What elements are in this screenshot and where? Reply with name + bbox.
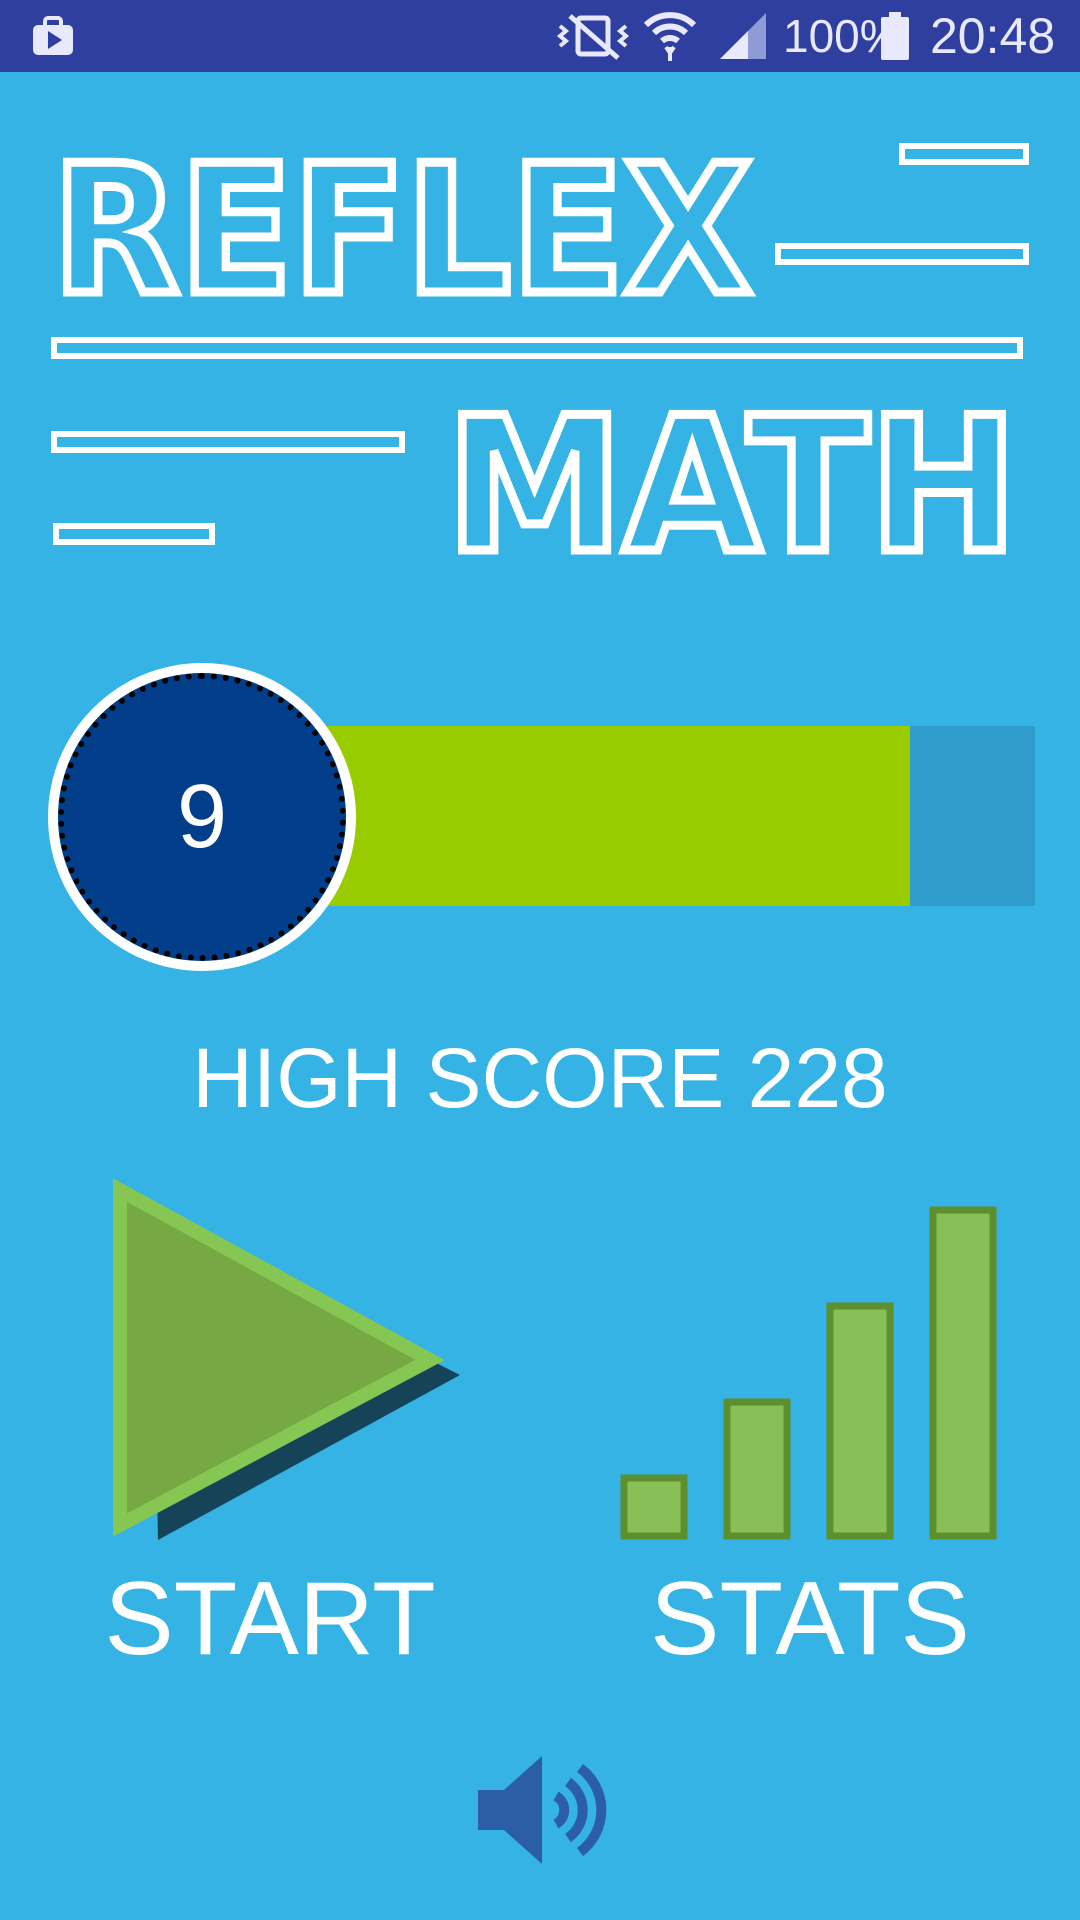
logo-graphic: REFLEX MATH	[48, 123, 1029, 592]
app-logo: REFLEX MATH	[0, 72, 1080, 592]
stats-label[interactable]: STATS	[630, 1560, 990, 1679]
speaker-on-icon[interactable]	[470, 1750, 610, 1870]
clock: 20:48	[930, 8, 1056, 64]
vibrate-off-icon	[556, 0, 630, 72]
wifi-icon	[644, 0, 696, 72]
status-bar: 100% 20:48	[0, 0, 1080, 72]
play-icon	[113, 1178, 460, 1540]
battery-icon	[880, 0, 910, 72]
work-briefcase-icon	[30, 0, 76, 72]
stats-button[interactable]	[615, 1200, 1010, 1550]
start-button[interactable]	[100, 1170, 480, 1550]
start-label[interactable]: START	[90, 1560, 450, 1679]
logo-reflex-text: REFLEX	[52, 127, 752, 334]
level-badge: 9	[48, 663, 356, 971]
level-progress-bar	[300, 726, 1035, 906]
high-score-text: HIGH SCORE 228	[192, 1031, 888, 1125]
level-number: 9	[58, 673, 346, 961]
signal-icon	[718, 0, 768, 72]
logo-math-text: MATH	[446, 377, 1018, 592]
bar-chart-icon	[620, 1206, 997, 1540]
level-progress-fill	[300, 726, 911, 906]
